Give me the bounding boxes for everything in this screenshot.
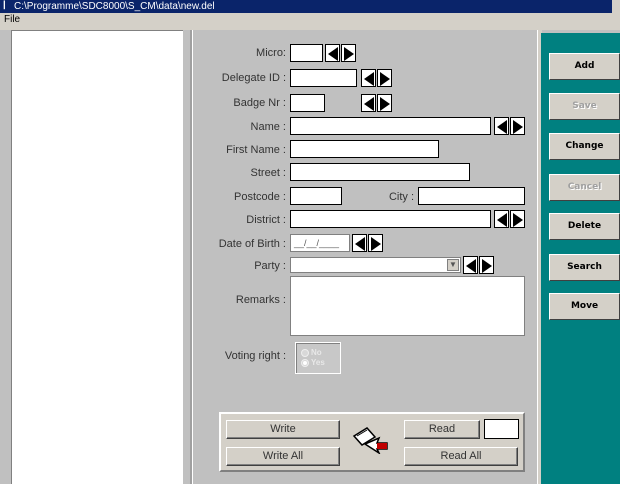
command-sidebar: Add Save Change Cancel Delete Search Mov…: [541, 33, 620, 484]
postcode-label: Postcode :: [234, 191, 286, 203]
arrow-right-icon: [513, 120, 523, 134]
date-prev-button[interactable]: [352, 234, 367, 252]
badge-nr-prev-button[interactable]: [361, 94, 376, 112]
add-button[interactable]: Add: [549, 53, 620, 80]
arrow-left-icon: [364, 97, 374, 111]
arrow-left-icon: [497, 120, 507, 134]
micro-label: Micro:: [256, 47, 286, 59]
party-nav: [463, 256, 495, 274]
badge-nr-next-button[interactable]: [377, 94, 392, 112]
voting-yes-label: Yes: [311, 358, 325, 367]
name-next-button[interactable]: [510, 117, 525, 135]
district-nav: [494, 210, 526, 228]
delegate-id-nav: [361, 69, 393, 87]
name-input[interactable]: [290, 117, 491, 135]
chevron-down-icon[interactable]: ▼: [447, 259, 459, 271]
voting-no-radio[interactable]: No: [301, 348, 322, 357]
street-input[interactable]: [290, 163, 470, 181]
first-name-input[interactable]: [290, 140, 439, 158]
delegate-id-input[interactable]: [290, 69, 357, 87]
street-label: Street :: [250, 167, 286, 179]
micro-nav: [325, 44, 357, 62]
arrow-left-icon: [466, 259, 476, 273]
menu-bar: File: [0, 13, 620, 30]
title-bar: ꟾ C:\Programme\SDC8000\S_CM\data\new.del: [0, 0, 620, 13]
window-control-button[interactable]: [612, 0, 620, 13]
date-of-birth-label: Date of Birth :: [218, 238, 286, 250]
voting-right-group: No Yes: [295, 342, 341, 374]
party-label: Party :: [254, 260, 286, 272]
date-of-birth-input[interactable]: __/__/____: [290, 234, 350, 252]
voting-right-label: Voting right :: [224, 350, 286, 362]
read-button[interactable]: Read: [404, 420, 480, 439]
district-prev-button[interactable]: [494, 210, 509, 228]
write-all-button[interactable]: Write All: [226, 447, 340, 466]
radio-icon: [301, 348, 309, 357]
delete-button[interactable]: Delete: [549, 213, 620, 240]
date-next-button[interactable]: [368, 234, 383, 252]
card-reader-icon: [352, 427, 388, 454]
arrow-right-icon: [380, 97, 390, 111]
remarks-textarea[interactable]: [290, 276, 525, 336]
app-icon[interactable]: ꟾ: [3, 1, 12, 11]
badge-nr-nav: [361, 94, 393, 112]
voting-yes-radio[interactable]: Yes: [301, 358, 325, 367]
arrow-left-icon: [355, 237, 365, 251]
cancel-button[interactable]: Cancel: [549, 174, 620, 201]
first-name-label: First Name :: [226, 144, 286, 156]
name-label: Name :: [250, 121, 286, 133]
badge-nr-input[interactable]: [290, 94, 325, 112]
remarks-label: Remarks :: [235, 294, 286, 306]
window-title: C:\Programme\SDC8000\S_CM\data\new.del: [14, 1, 215, 12]
micro-prev-button[interactable]: [325, 44, 340, 62]
voting-no-label: No: [311, 348, 322, 357]
postcode-input[interactable]: [290, 187, 342, 205]
party-select[interactable]: ▼: [290, 257, 461, 273]
micro-input[interactable]: [290, 44, 323, 62]
menu-file[interactable]: File: [4, 13, 20, 27]
arrow-left-icon: [328, 47, 338, 61]
splitter[interactable]: [190, 30, 193, 484]
district-input[interactable]: [290, 210, 491, 228]
radio-checked-icon: [301, 358, 309, 367]
search-button[interactable]: Search: [549, 254, 620, 281]
district-label: District :: [246, 214, 286, 226]
arrow-left-icon: [497, 213, 507, 227]
arrow-right-icon: [380, 72, 390, 86]
change-button[interactable]: Change: [549, 133, 620, 160]
city-label: City :: [388, 191, 414, 203]
party-prev-button[interactable]: [463, 256, 478, 274]
delegate-id-label: Delegate ID :: [221, 72, 286, 84]
district-next-button[interactable]: [510, 210, 525, 228]
delegate-id-next-button[interactable]: [377, 69, 392, 87]
arrow-left-icon: [364, 72, 374, 86]
badge-nr-label: Badge Nr :: [233, 97, 286, 109]
city-input[interactable]: [418, 187, 525, 205]
date-of-birth-nav: [352, 234, 384, 252]
arrow-right-icon: [371, 237, 381, 251]
save-button[interactable]: Save: [549, 93, 620, 120]
micro-next-button[interactable]: [341, 44, 356, 62]
move-button[interactable]: Move: [549, 293, 620, 320]
read-count-input[interactable]: [484, 419, 519, 439]
name-prev-button[interactable]: [494, 117, 509, 135]
arrow-right-icon: [482, 259, 492, 273]
name-nav: [494, 117, 526, 135]
write-button[interactable]: Write: [226, 420, 340, 439]
arrow-right-icon: [513, 213, 523, 227]
arrow-right-icon: [344, 47, 354, 61]
delegate-id-prev-button[interactable]: [361, 69, 376, 87]
read-all-button[interactable]: Read All: [404, 447, 518, 466]
party-next-button[interactable]: [479, 256, 494, 274]
delegate-list[interactable]: [11, 30, 183, 484]
